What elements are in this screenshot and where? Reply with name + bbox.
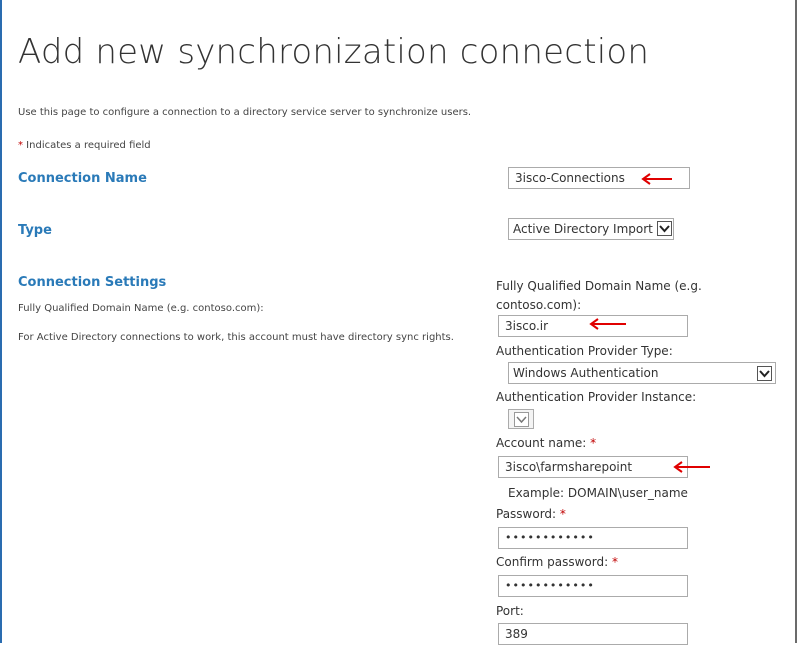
auth-provider-type-value: Windows Authentication	[513, 366, 659, 380]
port-label: Port:	[496, 604, 524, 618]
chevron-down-icon[interactable]	[657, 221, 672, 236]
connection-settings-label: Connection Settings	[18, 275, 167, 290]
connection-settings-desc-rights: For Active Directory connections to work…	[18, 332, 454, 343]
account-name-input[interactable]: 3isco\farmsharepoint	[498, 456, 688, 478]
page-title: Add new synchronization connection	[18, 32, 650, 72]
type-selected-value: Active Directory Import	[513, 222, 653, 236]
type-label: Type	[18, 223, 52, 238]
fqdn-label-line1: Fully Qualified Domain Name (e.g.	[496, 279, 702, 293]
required-star: *	[590, 436, 597, 450]
required-note-text: Indicates a required field	[23, 140, 151, 151]
left-frame-border	[0, 0, 2, 643]
connection-name-label: Connection Name	[18, 171, 147, 186]
auth-provider-type-label: Authentication Provider Type:	[496, 344, 673, 358]
port-input[interactable]: 389	[498, 623, 688, 645]
password-input[interactable]: ••••••••••••	[498, 527, 688, 549]
required-note: * Indicates a required field	[18, 140, 151, 151]
password-label: Password: *	[496, 505, 566, 523]
account-name-label: Account name: *	[496, 434, 596, 452]
chevron-down-icon[interactable]	[514, 412, 529, 427]
auth-provider-type-select[interactable]: Windows Authentication	[508, 362, 776, 384]
required-star: *	[611, 555, 618, 569]
fqdn-label-line2: contoso.com):	[496, 298, 582, 312]
auth-provider-instance-label: Authentication Provider Instance:	[496, 390, 697, 404]
account-example-text: Example: DOMAIN\user_name	[508, 486, 688, 500]
chevron-down-icon[interactable]	[757, 366, 772, 381]
account-name-label-text: Account name:	[496, 436, 587, 450]
confirm-password-label-text: Confirm password:	[496, 555, 609, 569]
intro-text: Use this page to configure a connection …	[18, 107, 472, 118]
required-star: *	[559, 507, 566, 521]
type-select[interactable]: Active Directory Import	[508, 218, 674, 240]
red-arrow-annotation	[641, 173, 672, 185]
red-arrow-annotation	[673, 461, 710, 473]
confirm-password-input[interactable]: ••••••••••••	[498, 575, 688, 597]
confirm-password-label: Confirm password: *	[496, 553, 618, 571]
connection-settings-desc-fqdn: Fully Qualified Domain Name (e.g. contos…	[18, 303, 264, 314]
password-label-text: Password:	[496, 507, 557, 521]
red-arrow-annotation	[589, 318, 626, 330]
